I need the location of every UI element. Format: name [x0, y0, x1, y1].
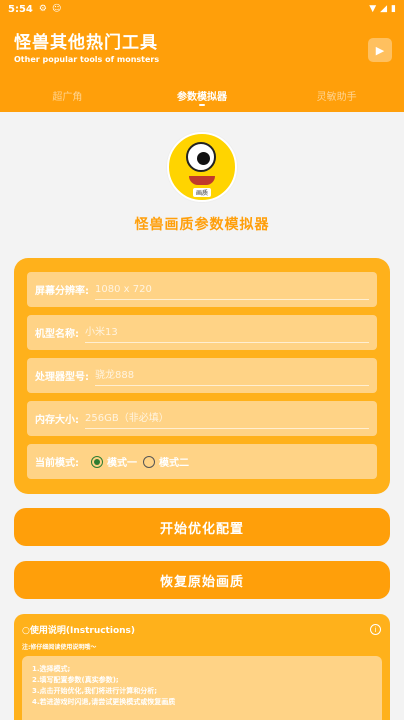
instructions-card: ○使用说明(Instructions) i 注:修仔细阅读使用说明哦～ 1.选择…	[14, 614, 390, 720]
app-header: 怪兽其他热门工具 Other popular tools of monsters…	[0, 18, 404, 80]
resolution-input[interactable]	[95, 279, 369, 300]
model-input[interactable]	[85, 322, 369, 343]
signal-icon: ◢	[380, 4, 388, 14]
model-field: 机型名称:	[27, 315, 377, 350]
mascot-eye-icon	[186, 142, 216, 172]
mode-two-label: 模式二	[159, 458, 189, 469]
mode-label: 当前模式:	[35, 458, 79, 469]
resolution-label: 屏幕分辨率:	[35, 286, 89, 297]
model-label: 机型名称:	[35, 329, 79, 340]
mode-two-option[interactable]: 模式二	[137, 454, 189, 469]
status-time: 5:54	[8, 3, 33, 15]
tab-wide-angle[interactable]: 超广角	[0, 80, 135, 112]
mode-one-radio[interactable]	[91, 455, 103, 468]
instruction-step: 3.点击开始优化,我们将进行计算和分析;	[32, 687, 157, 695]
info-icon[interactable]: i	[370, 624, 381, 635]
memory-label: 内存大小:	[35, 415, 79, 426]
battery-icon: ▮	[391, 4, 396, 14]
start-optimize-button[interactable]: 开始优化配置	[14, 508, 390, 546]
restore-quality-button[interactable]: 恢复原始画质	[14, 561, 390, 599]
processor-label: 处理器型号:	[35, 372, 89, 383]
mode-one-label: 模式一	[107, 458, 137, 469]
mascot-tag: 画质	[193, 188, 212, 197]
mode-field: 当前模式: 模式一 模式二	[27, 444, 377, 479]
app-title: 怪兽其他热门工具	[14, 33, 158, 53]
instructions-steps: 1.选择模式; 2.填写配置参数(真实参数); 3.点击开始优化,我们将进行计算…	[22, 656, 382, 720]
mode-two-radio[interactable]	[143, 455, 155, 468]
play-icon: ▶	[375, 43, 385, 57]
instructions-hint: 注:修仔细阅读使用说明哦～	[22, 644, 97, 651]
mode-one-option[interactable]: 模式一	[85, 454, 137, 469]
settings-icon: ⚙	[38, 4, 47, 14]
instruction-step: 2.填写配置参数(真实参数);	[32, 676, 119, 684]
resolution-field: 屏幕分辨率:	[27, 272, 377, 307]
play-button[interactable]: ▶	[368, 38, 392, 62]
mascot-logo: 画质	[167, 132, 237, 202]
processor-input[interactable]	[95, 365, 369, 386]
wifi-icon: ▼	[369, 4, 377, 14]
memory-input[interactable]	[85, 408, 369, 429]
tab-bar: 超广角 参数模拟器 灵敏助手	[0, 80, 404, 112]
memory-field: 内存大小:	[27, 401, 377, 436]
instruction-step: 1.选择模式;	[32, 665, 71, 673]
ghost-icon: ☺	[51, 4, 62, 14]
main-content: 画质 怪兽画质参数模拟器 屏幕分辨率: 机型名称: 处理器型号: 内存大小: 当…	[0, 112, 404, 720]
processor-field: 处理器型号:	[27, 358, 377, 393]
instructions-title: ○使用说明(Instructions)	[22, 626, 136, 636]
tab-sensitivity-assistant[interactable]: 灵敏助手	[269, 80, 404, 112]
page-title: 怪兽画质参数模拟器	[134, 217, 270, 233]
status-bar: 5:54 ⚙ ☺ ▼ ◢ ▮	[0, 0, 404, 18]
parameter-form: 屏幕分辨率: 机型名称: 处理器型号: 内存大小: 当前模式: 模式一 模式二	[14, 258, 390, 494]
app-subtitle: Other popular tools of monsters	[14, 55, 160, 64]
tab-parameter-simulator[interactable]: 参数模拟器	[135, 80, 270, 112]
instruction-step: 4.若进游戏时闪退,请尝试更换模式或恢复画质	[32, 698, 176, 706]
